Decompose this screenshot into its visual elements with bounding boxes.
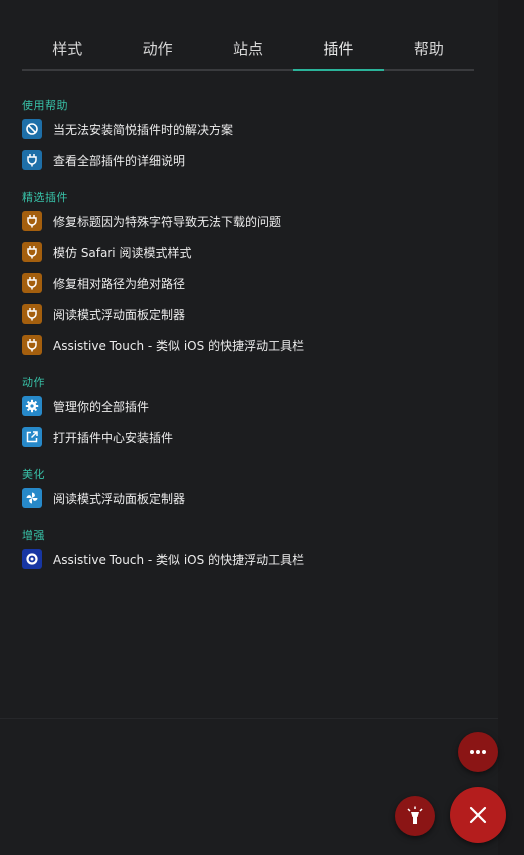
list-item-fix-paths[interactable]: 修复相对路径为绝对路径 [22,272,185,294]
list-item-open-plugin-center[interactable]: 打开插件中心安装插件 [22,426,173,448]
list-item-fix-title[interactable]: 修复标题因为特殊字符导致无法下载的问题 [22,210,281,232]
list-item-label: 模仿 Safari 阅读模式样式 [53,245,192,260]
plug-icon [22,211,42,231]
list-item-safari-style[interactable]: 模仿 Safari 阅读模式样式 [22,241,191,263]
section-title-help: 使用帮助 [22,99,68,112]
plug-icon [22,242,42,262]
close-button[interactable] [450,787,506,843]
list-item-label: 阅读模式浮动面板定制器 [53,491,186,506]
list-item-beautify-panel-customizer[interactable]: 阅读模式浮动面板定制器 [22,487,185,509]
pinwheel-icon [22,488,42,508]
plug-icon [22,304,42,324]
external-link-icon [22,427,42,447]
plug-icon [22,150,42,170]
list-item-label: 当无法安装简悦插件时的解决方案 [53,122,234,137]
list-item-label: 修复标题因为特殊字符导致无法下载的问题 [53,214,282,229]
section-title-featured: 精选插件 [22,191,68,204]
tab-bar: 样式 动作 站点 插件 帮助 [22,30,474,71]
list-item-install-help[interactable]: 当无法安装简悦插件时的解决方案 [22,118,233,140]
list-item-label: 管理你的全部插件 [53,399,150,414]
block-icon [22,119,42,139]
list-item-plugin-docs[interactable]: 查看全部插件的详细说明 [22,149,185,171]
section-title-beautify: 美化 [22,468,45,481]
list-item-enhance-assistive-touch[interactable]: Assistive Touch - 类似 iOS 的快捷浮动工具栏 [22,548,304,570]
list-item-label: Assistive Touch - 类似 iOS 的快捷浮动工具栏 [53,338,305,353]
list-item-manage-plugins[interactable]: 管理你的全部插件 [22,395,149,417]
list-item-label: 阅读模式浮动面板定制器 [53,307,186,322]
list-item-label: 查看全部插件的详细说明 [53,153,186,168]
list-item-label: 修复相对路径为绝对路径 [53,276,186,291]
tab-sites[interactable]: 站点 [203,30,293,69]
more-button[interactable] [458,732,498,772]
close-icon [469,806,487,824]
list-item-assistive-touch[interactable]: Assistive Touch - 类似 iOS 的快捷浮动工具栏 [22,334,304,356]
tab-style[interactable]: 样式 [22,30,112,69]
plugin-panel: 样式 动作 站点 插件 帮助 使用帮助 当无法安装简悦插件时的解决方案 查看全部… [0,0,524,855]
plug-icon [22,273,42,293]
tab-plugins[interactable]: 插件 [293,30,385,71]
gear-icon [22,396,42,416]
tab-actions[interactable]: 动作 [112,30,202,69]
target-icon [22,549,42,569]
tab-help[interactable]: 帮助 [384,30,474,69]
lightbulb-icon [406,806,424,826]
more-dots-icon [469,749,487,755]
focus-mode-button[interactable] [395,796,435,836]
list-item-panel-customizer[interactable]: 阅读模式浮动面板定制器 [22,303,185,325]
plug-icon [22,335,42,355]
scroll-gutter [498,0,524,855]
divider [0,718,498,719]
section-title-actions: 动作 [22,376,45,389]
list-item-label: Assistive Touch - 类似 iOS 的快捷浮动工具栏 [53,552,305,567]
list-item-label: 打开插件中心安装插件 [53,430,174,445]
section-title-enhance: 增强 [22,529,45,542]
